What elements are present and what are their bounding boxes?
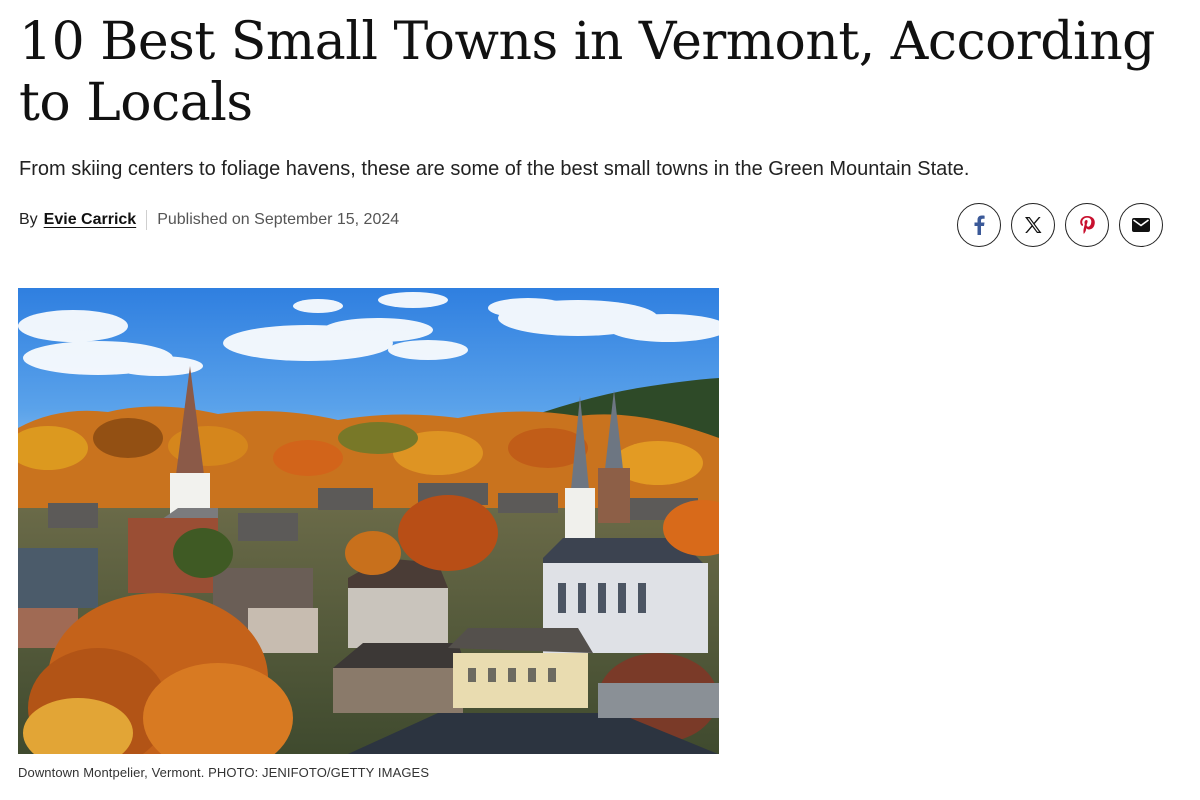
image-caption: Downtown Montpelier, Vermont. PHOTO: JEN… xyxy=(18,765,430,780)
montpelier-town-photo xyxy=(18,288,719,754)
pinterest-icon xyxy=(1080,216,1095,234)
article-headline: 10 Best Small Towns in Vermont, Accordin… xyxy=(19,12,1155,133)
author-link[interactable]: Evie Carrick xyxy=(44,211,137,229)
share-facebook-button[interactable] xyxy=(957,203,1001,247)
publish-date: Published on September 15, 2024 xyxy=(157,211,400,228)
byline: By Evie Carrick Published on September 1… xyxy=(19,209,399,231)
byline-divider xyxy=(146,210,148,230)
share-bar xyxy=(957,203,1163,247)
byline-prefix: By xyxy=(19,211,38,228)
share-email-button[interactable] xyxy=(1119,203,1163,247)
hero-image xyxy=(18,288,719,754)
x-icon xyxy=(1025,217,1042,233)
article-dek: From skiing centers to foliage havens, t… xyxy=(19,158,970,180)
share-x-button[interactable] xyxy=(1011,203,1055,247)
email-icon xyxy=(1132,218,1150,232)
share-pinterest-button[interactable] xyxy=(1065,203,1109,247)
facebook-icon xyxy=(974,215,985,235)
